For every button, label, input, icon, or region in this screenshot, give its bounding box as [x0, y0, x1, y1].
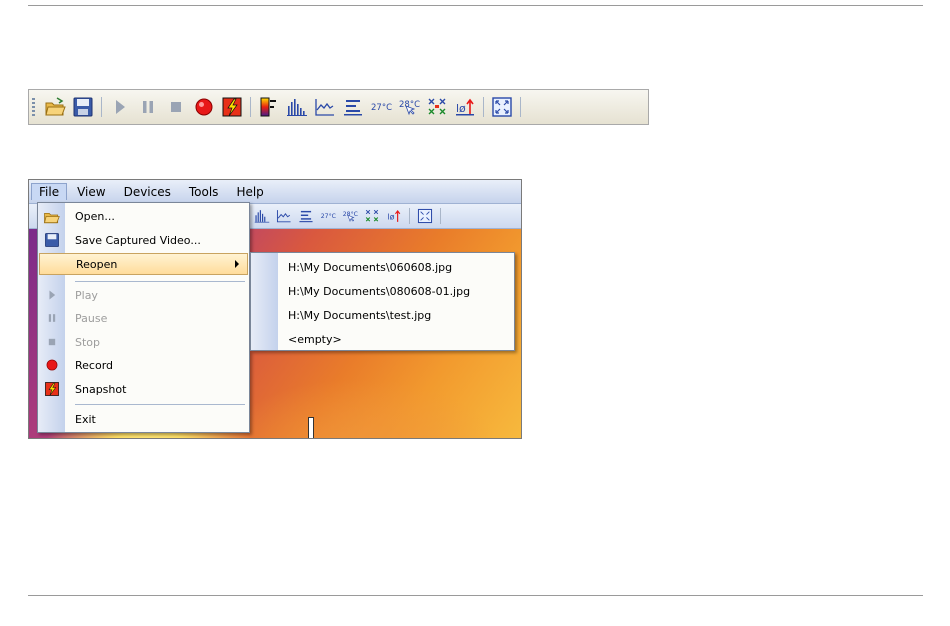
menu-item-label: Snapshot — [75, 382, 127, 396]
menu-item-stop[interactable]: Stop — [38, 331, 249, 353]
menu-item-record[interactable]: Record — [38, 354, 249, 376]
emissivity-icon[interactable]: lø — [383, 204, 405, 228]
svg-text:27°C: 27°C — [321, 212, 336, 220]
toolbar-separator — [409, 208, 410, 224]
menu-item-snapshot[interactable]: Snapshot — [38, 378, 249, 400]
line-profile-icon[interactable] — [273, 204, 295, 228]
menu-devices[interactable]: Devices — [116, 183, 179, 201]
menu-item-reopen[interactable]: Reopen — [39, 253, 248, 275]
save-icon — [38, 232, 65, 248]
menu-item-pause[interactable]: Pause — [38, 307, 249, 329]
menu-help[interactable]: Help — [228, 183, 271, 201]
fullscreen-icon[interactable] — [488, 95, 516, 119]
menu-item-label: Pause — [75, 311, 108, 325]
toolbar-separator — [483, 97, 484, 117]
snapshot-icon[interactable] — [218, 95, 246, 119]
menu-bar: File View Devices Tools Help — [29, 180, 521, 204]
bottom-rule — [28, 595, 923, 596]
temperature-cursor-icon[interactable]: 28°C — [395, 95, 423, 119]
menu-item-label: Exit — [75, 412, 96, 426]
crosshair-spots-icon[interactable] — [423, 95, 451, 119]
menu-item-label: Reopen — [76, 257, 118, 271]
temperature-range-icon[interactable]: 27°C — [317, 204, 339, 228]
toolbar-separator — [101, 97, 102, 117]
menu-item-label: Stop — [75, 335, 101, 349]
menu-icon-gutter — [251, 253, 278, 350]
snapshot-icon — [38, 381, 65, 397]
top-rule — [28, 5, 923, 6]
svg-text:lø: lø — [456, 102, 466, 115]
toolbar-end-separator — [440, 208, 441, 224]
menu-item-save-captured-video[interactable]: Save Captured Video... — [38, 229, 249, 251]
record-icon[interactable] — [190, 95, 218, 119]
pause-icon[interactable] — [134, 95, 162, 119]
menu-separator — [75, 281, 245, 282]
recent-file-item[interactable]: H:\My Documents\test.jpg — [288, 304, 431, 326]
emissivity-icon[interactable]: lø — [451, 95, 479, 119]
recent-file-empty[interactable]: <empty> — [288, 328, 342, 350]
temperature-range-icon[interactable]: 27°C — [367, 95, 395, 119]
recent-file-item[interactable]: H:\My Documents\060608.jpg — [288, 256, 452, 278]
probe-marker — [308, 417, 314, 438]
main-toolbar: 27°C 28°C lø — [28, 89, 649, 125]
crosshair-spots-icon[interactable] — [361, 204, 383, 228]
svg-text:27°C: 27°C — [371, 103, 392, 113]
menu-item-label: Record — [75, 358, 114, 372]
stop-icon[interactable] — [162, 95, 190, 119]
line-profile-icon[interactable] — [311, 95, 339, 119]
menu-item-label: Open... — [75, 209, 115, 223]
open-folder-icon — [38, 208, 65, 225]
menu-separator — [75, 404, 245, 405]
play-icon — [38, 288, 65, 302]
pause-icon — [38, 311, 65, 325]
menu-item-label: Save Captured Video... — [75, 233, 201, 247]
toolbar-end-separator — [520, 97, 521, 117]
submenu-arrow-icon — [235, 260, 239, 268]
palette-icon[interactable] — [255, 95, 283, 119]
isotherm-icon[interactable] — [295, 204, 317, 228]
menu-item-label: Play — [75, 288, 98, 302]
toolbar-grip[interactable] — [32, 98, 35, 116]
svg-text:lø: lø — [387, 213, 394, 222]
reopen-submenu: H:\My Documents\060608.jpg H:\My Documen… — [250, 252, 515, 351]
histogram-icon[interactable] — [251, 204, 273, 228]
menu-item-open[interactable]: Open... — [38, 205, 249, 227]
save-icon[interactable] — [69, 95, 97, 119]
menu-view[interactable]: View — [69, 183, 113, 201]
open-folder-icon[interactable] — [41, 95, 69, 119]
menu-tools[interactable]: Tools — [181, 183, 227, 201]
temperature-cursor-icon[interactable]: 28°C — [339, 204, 361, 228]
file-menu: Open... Save Captured Video... Reopen Pl… — [37, 202, 250, 433]
menu-item-play[interactable]: Play — [38, 284, 249, 306]
stop-icon — [38, 335, 65, 349]
isotherm-icon[interactable] — [339, 95, 367, 119]
fullscreen-icon[interactable] — [414, 204, 436, 228]
record-icon — [38, 358, 65, 372]
histogram-icon[interactable] — [283, 95, 311, 119]
menu-file[interactable]: File — [31, 183, 68, 200]
toolbar-separator — [250, 97, 251, 117]
menu-item-exit[interactable]: Exit — [38, 408, 249, 430]
play-icon[interactable] — [106, 95, 134, 119]
recent-file-item[interactable]: H:\My Documents\080608-01.jpg — [288, 280, 470, 302]
